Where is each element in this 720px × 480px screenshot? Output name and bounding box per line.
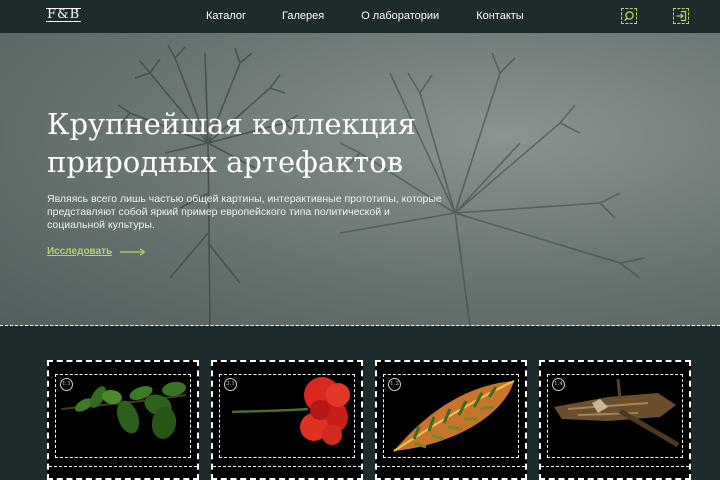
nav-gallery[interactable]: Галерея [282,10,324,22]
card-image-frame: 1.1 [55,374,191,458]
nav-contacts[interactable]: Контакты [476,10,524,22]
card-footer [377,466,525,478]
hero-section: Крупнейшая коллекция природных артефакто… [0,33,720,326]
card-number: 3.1 [224,378,237,391]
card-image-frame: 1.2 [383,374,519,458]
arrow-right-icon [120,247,146,256]
explore-link-label: Исследовать [47,246,113,257]
collection-card[interactable]: 1.2 [375,360,527,480]
card-number: 1.1 [60,378,73,391]
card-number: 1.2 [388,378,401,391]
wood-image [554,378,680,448]
collection-cards: 1.1 3.1 1.2 1.4 [0,326,720,480]
hero-title: Крупнейшая коллекция природных артефакто… [47,105,467,181]
login-icon [676,10,687,22]
leaves-image [60,381,187,439]
collection-card[interactable]: 3.1 [211,360,363,480]
collection-card[interactable]: 1.1 [47,360,199,480]
nav-catalog[interactable]: Каталог [206,10,246,22]
site-header: F&B Каталог Галерея О лаборатории Контак… [0,0,720,33]
explore-link[interactable]: Исследовать [47,246,146,257]
hero-title-line-1: Крупнейшая коллекция [47,107,416,141]
search-button[interactable] [621,8,637,24]
card-number: 1.4 [552,378,565,391]
croton-leaf-image [393,380,515,452]
search-icon [624,11,634,21]
main-nav: Каталог Галерея О лаборатории Контакты [206,10,524,22]
hero-description: Являясь всего лишь частью общей картины,… [47,193,442,231]
red-flower-image [231,377,350,445]
card-footer [213,466,361,478]
nav-about[interactable]: О лаборатории [361,10,439,22]
card-image-frame: 1.4 [547,374,683,458]
logo[interactable]: F&B [46,8,82,22]
login-button[interactable] [673,8,689,24]
hero-title-line-2: природных артефактов [47,145,404,179]
collection-card[interactable]: 1.4 [539,360,691,480]
card-footer [49,466,197,478]
card-image-frame: 3.1 [219,374,355,458]
card-footer [541,466,689,478]
